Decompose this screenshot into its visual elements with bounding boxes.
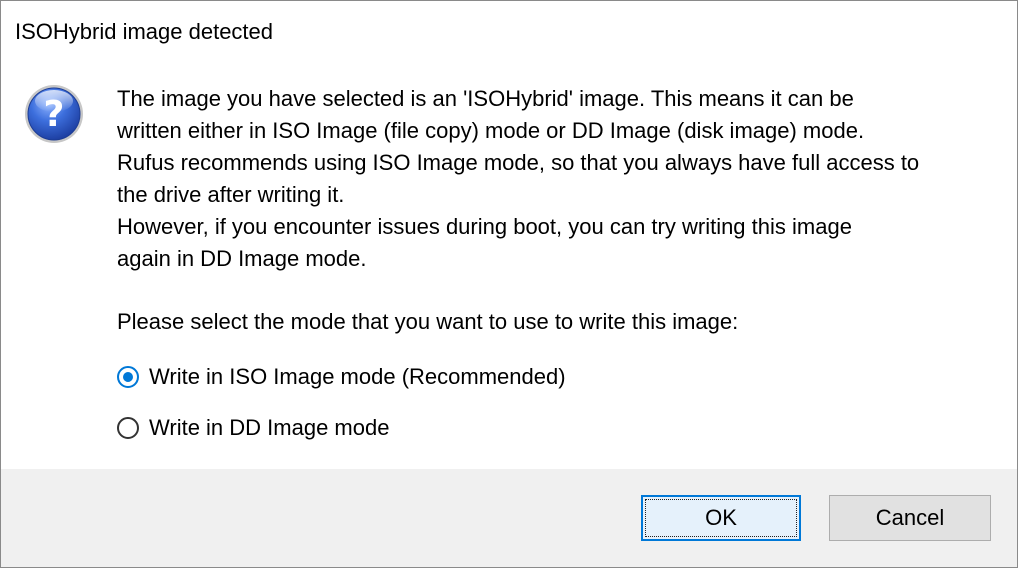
message-line: However, if you encounter issues during … [117,214,852,239]
message-line: Rufus recommends using ISO Image mode, s… [117,150,920,175]
message-line: written either in ISO Image (file copy) … [117,118,865,143]
svg-text:?: ? [44,94,65,135]
dialog-content: ? The image you have selected is an 'ISO… [1,63,1017,469]
dd-mode-label[interactable]: Write in DD Image mode [149,412,389,444]
message-line: again in DD Image mode. [117,246,367,271]
dialog-title: ISOHybrid image detected [15,19,274,44]
mode-prompt: Please select the mode that you want to … [117,309,739,334]
iso-mode-label[interactable]: Write in ISO Image mode (Recommended) [149,361,566,393]
isohybrid-dialog: ISOHybrid image detected ? The image you… [0,0,1018,568]
message-line: the drive after writing it. [117,182,345,207]
dd-mode-radio[interactable] [117,417,139,439]
question-icon: ? [25,85,83,143]
title-bar[interactable]: ISOHybrid image detected [1,1,1017,63]
dialog-message: The image you have selected is an 'ISOHy… [117,83,1007,275]
ok-button[interactable]: OK [641,495,801,541]
iso-mode-option[interactable]: Write in ISO Image mode (Recommended) [117,361,566,393]
dialog-footer: OK Cancel [1,469,1017,567]
cancel-button[interactable]: Cancel [829,495,991,541]
ok-button-label: OK [705,505,737,530]
iso-mode-radio[interactable] [117,366,139,388]
message-line: The image you have selected is an 'ISOHy… [117,86,854,111]
dd-mode-option[interactable]: Write in DD Image mode [117,412,389,444]
